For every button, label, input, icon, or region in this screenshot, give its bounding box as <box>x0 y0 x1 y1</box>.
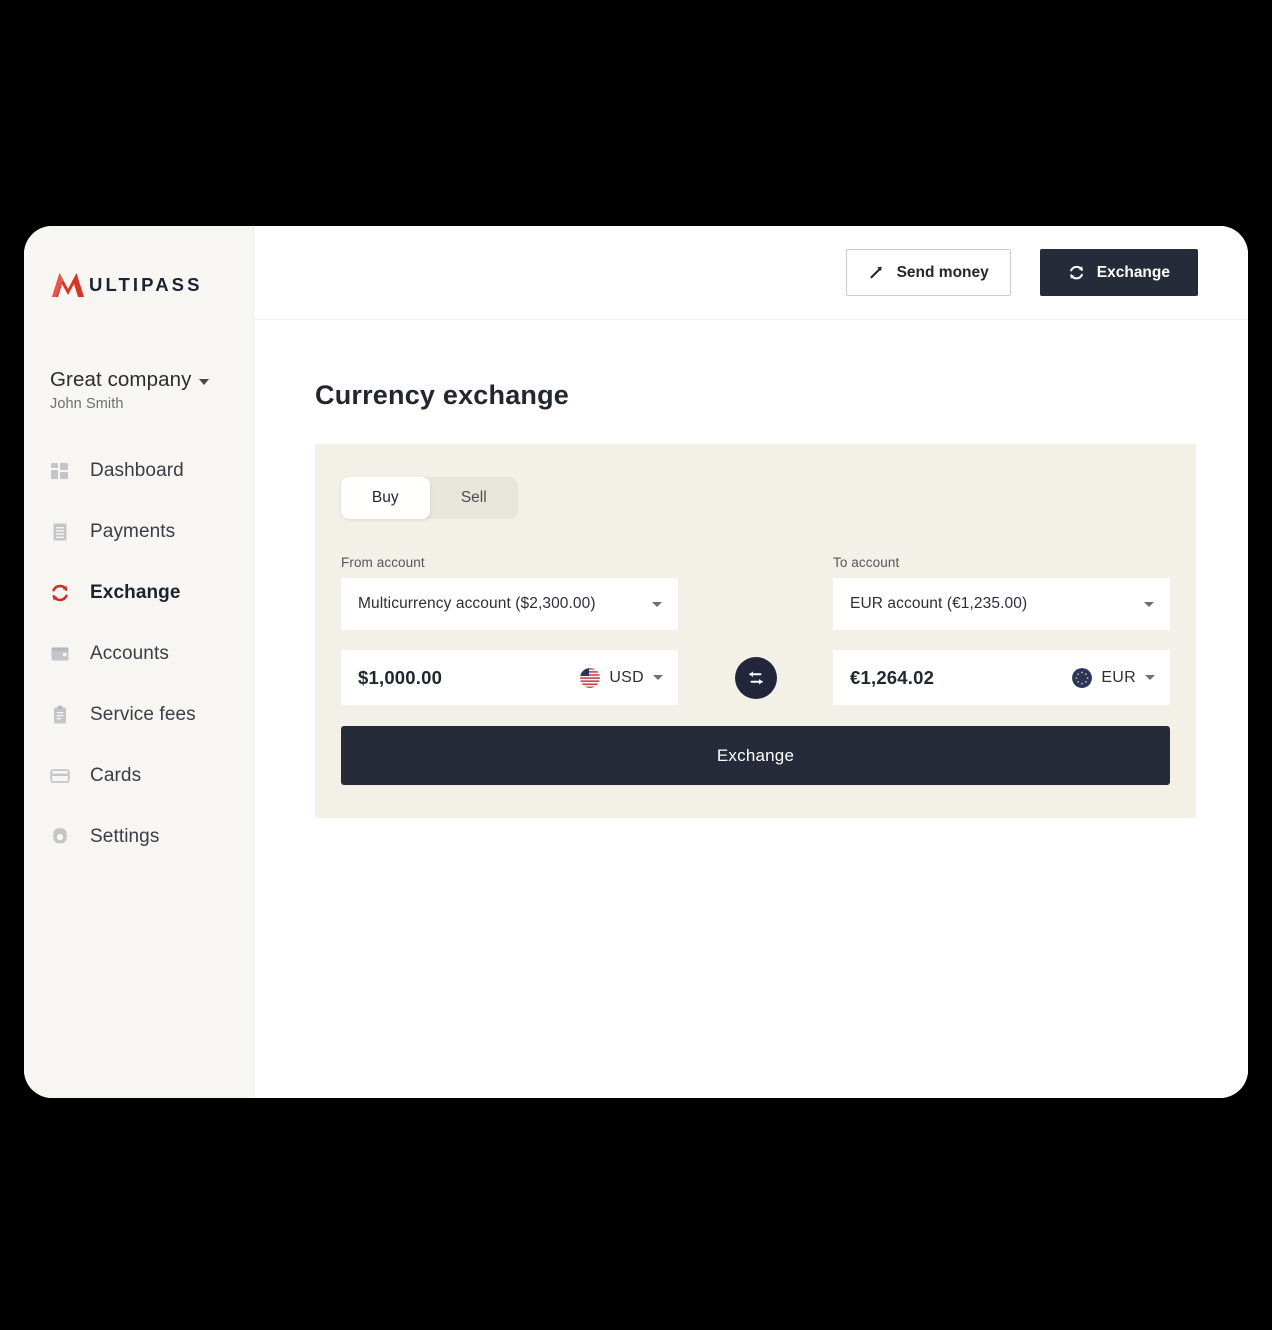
topbar: Send money Exchange <box>254 226 1248 320</box>
app-window: ULTIPASS Great company John Smith Dashbo… <box>24 226 1248 1098</box>
buy-sell-toggle[interactable]: Buy Sell <box>341 477 518 519</box>
sidebar-item-accounts[interactable]: Accounts <box>24 623 253 684</box>
content: Currency exchange Buy Sell From account <box>254 320 1248 818</box>
to-account-value: EUR account (€1,235.00) <box>850 595 1028 612</box>
clipboard-icon <box>54 705 66 723</box>
swap-horizontal-icon <box>748 670 763 685</box>
wallet-icon <box>51 647 69 660</box>
chevron-down-icon <box>652 601 662 607</box>
exchange-panel: Buy Sell From account Multicurrency acco… <box>315 444 1196 818</box>
company-name: Great company <box>50 368 192 391</box>
to-account-select[interactable]: EUR account (€1,235.00) <box>833 578 1170 630</box>
to-account-label: To account <box>833 555 900 570</box>
sidebar-item-label: Settings <box>90 825 160 847</box>
tab-sell-label: Sell <box>460 489 487 506</box>
chevron-down-icon <box>653 675 663 680</box>
from-currency-code: USD <box>609 668 644 686</box>
swap-currencies-button[interactable] <box>734 656 777 699</box>
sidebar-item-label: Service fees <box>90 703 196 725</box>
company-switcher[interactable]: Great company <box>50 368 253 392</box>
to-amount-field[interactable]: €1,264.02 EUR <box>833 650 1170 705</box>
sidebar-item-label: Dashboard <box>90 459 184 481</box>
screen: ULTIPASS Great company John Smith Dashbo… <box>0 0 1272 1330</box>
tab-sell[interactable]: Sell <box>430 477 519 519</box>
amount-row: $1,000.00 USD €1,264.02 EUR <box>341 650 1170 705</box>
chevron-down-icon <box>1144 601 1154 607</box>
grid-icon <box>51 462 68 479</box>
company-block: Great company John Smith <box>24 306 253 412</box>
from-amount-value: $1,000.00 <box>358 666 443 688</box>
exchange-submit-button[interactable]: Exchange <box>341 726 1170 785</box>
refresh-icon <box>1069 265 1083 280</box>
user-name: John Smith <box>50 396 124 412</box>
sidebar: ULTIPASS Great company John Smith Dashbo… <box>24 226 254 1098</box>
chevron-down-icon <box>199 378 210 385</box>
tab-buy-label: Buy <box>371 489 399 506</box>
card-icon <box>50 768 70 783</box>
multipass-m-logo-icon <box>52 273 84 297</box>
sidebar-nav: Dashboard Payments Exchange Accounts Ser… <box>24 440 253 867</box>
main-area: Send money Exchange Currency exchange Bu… <box>254 226 1248 1098</box>
send-arrow-icon <box>869 266 882 279</box>
from-account-label: From account <box>341 555 425 570</box>
brand-logo-text: ULTIPASS <box>89 274 203 295</box>
sidebar-item-exchange[interactable]: Exchange <box>24 562 253 623</box>
sidebar-item-settings[interactable]: Settings <box>24 806 253 867</box>
send-money-label: Send money <box>896 263 989 281</box>
page-title: Currency exchange <box>315 380 570 410</box>
to-amount-value: €1,264.02 <box>850 666 935 688</box>
eu-flag-icon <box>1072 667 1093 688</box>
list-icon <box>53 523 67 540</box>
from-amount-field[interactable]: $1,000.00 USD <box>341 650 678 705</box>
us-flag-icon <box>580 667 601 688</box>
account-selectors-row: From account Multicurrency account ($2,3… <box>341 555 1170 630</box>
sidebar-item-payments[interactable]: Payments <box>24 501 253 562</box>
tab-buy[interactable]: Buy <box>341 477 430 519</box>
from-account-group: From account Multicurrency account ($2,3… <box>341 555 678 630</box>
send-money-button[interactable]: Send money <box>845 249 1011 296</box>
exchange-header-label: Exchange <box>1096 263 1170 281</box>
chevron-down-icon <box>1145 675 1155 680</box>
sidebar-item-label: Accounts <box>90 642 169 664</box>
sidebar-item-label: Exchange <box>90 581 181 603</box>
from-currency-select[interactable]: USD <box>580 667 663 688</box>
sidebar-item-service-fees[interactable]: Service fees <box>24 684 253 745</box>
refresh-icon <box>52 584 68 601</box>
exchange-submit-label: Exchange <box>716 745 795 765</box>
to-currency-code: EUR <box>1101 668 1136 686</box>
swap-area <box>678 656 833 699</box>
brand-logo[interactable]: ULTIPASS <box>24 226 253 306</box>
from-account-value: Multicurrency account ($2,300.00) <box>358 595 596 612</box>
to-currency-select[interactable]: EUR <box>1072 667 1155 688</box>
gear-icon <box>52 827 68 844</box>
sidebar-item-dashboard[interactable]: Dashboard <box>24 440 253 501</box>
sidebar-item-label: Payments <box>90 520 176 542</box>
from-account-select[interactable]: Multicurrency account ($2,300.00) <box>341 578 678 630</box>
to-account-group: To account EUR account (€1,235.00) <box>833 555 1170 630</box>
sidebar-item-cards[interactable]: Cards <box>24 745 253 806</box>
exchange-header-button[interactable]: Exchange <box>1039 249 1198 296</box>
sidebar-item-label: Cards <box>90 764 142 786</box>
